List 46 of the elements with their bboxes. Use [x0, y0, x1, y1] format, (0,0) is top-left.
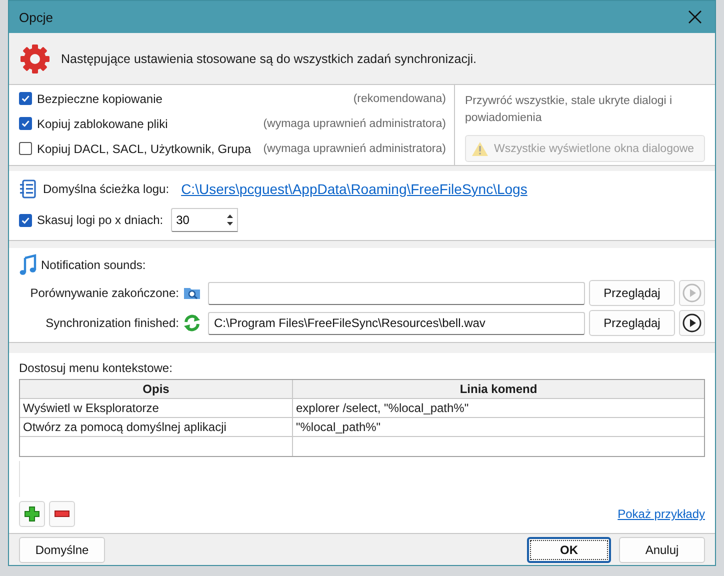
column-header[interactable]: Opis — [20, 380, 293, 398]
warning-icon — [471, 140, 489, 156]
note-text: (rekomendowana) — [353, 92, 446, 104]
ok-button[interactable]: OK — [527, 536, 611, 562]
close-icon — [688, 10, 702, 24]
add-button[interactable] — [19, 501, 45, 527]
table-cell: Otwórz za pomocą domyślnej aplikacji — [20, 418, 293, 436]
defaults-button[interactable]: Domyślne — [19, 536, 105, 562]
checkbox-label[interactable]: Bezpieczne kopiowanie — [19, 92, 162, 106]
sound-file-field[interactable]: C:\Program Files\FreeFileSync\Resources\bell.wav — [208, 312, 585, 334]
table-cell: Wyświetl w Eksploratorze — [20, 399, 293, 417]
log-path-label: Domyślna ścieżka logu: — [43, 182, 170, 196]
browse-button[interactable]: Przeglądaj — [589, 280, 675, 306]
minus-icon — [54, 510, 70, 518]
checkbox[interactable] — [19, 117, 32, 130]
gear-icon — [19, 42, 51, 74]
folder-search-icon — [183, 285, 201, 301]
checkbox-label[interactable]: Kopiuj zablokowane pliki — [19, 116, 168, 130]
section-title: Notification sounds: — [41, 258, 146, 272]
log-path-link[interactable]: C:\Users\pcguest\AppData\Roaming\FreeFileSync\Logs — [181, 181, 528, 197]
section-title: Dostosuj menu kontekstowe: — [19, 361, 174, 375]
checkbox-label[interactable]: Kopiuj DACL, SACL, Użytkownik, Grupa — [19, 142, 252, 156]
table-cell-text: "%local_path%" — [295, 419, 382, 436]
sound-file-field[interactable] — [208, 282, 585, 304]
remove-button[interactable] — [49, 501, 75, 527]
header-text: Następujące ustawienia stosowane są do wszystkich zadań synchronizacji. — [61, 52, 476, 66]
description-text: Przywróć wszystkie, stale ukryte dialogi i powiadomienia — [465, 94, 674, 126]
note-text: (wymaga uprawnień administratora) — [263, 142, 446, 154]
checkbox-label[interactable]: Skasuj logi po x dniach: — [19, 213, 164, 227]
checkbox[interactable] — [19, 92, 32, 105]
field-label: Porównywanie zakończone: — [29, 286, 179, 300]
checkbox[interactable] — [19, 142, 32, 155]
music-note-icon — [19, 254, 37, 276]
checkbox[interactable] — [19, 214, 32, 226]
log-file-icon — [19, 179, 37, 199]
column-header[interactable]: Linia komend — [293, 380, 704, 398]
show-examples-link[interactable]: Pokaż przykłady — [618, 507, 705, 521]
window-title: Opcje — [19, 10, 53, 24]
cancel-button[interactable]: Anuluj — [619, 536, 705, 562]
sync-arrows-icon — [183, 314, 201, 332]
plus-icon — [24, 506, 40, 522]
play-button[interactable] — [679, 310, 705, 336]
browse-button[interactable]: Przeglądaj — [589, 310, 675, 336]
table-cell-text: explorer /select, "%local_path%" — [295, 400, 470, 417]
field-label: Synchronization finished: — [44, 316, 179, 330]
note-text: (wymaga uprawnień administratora) — [263, 118, 446, 130]
